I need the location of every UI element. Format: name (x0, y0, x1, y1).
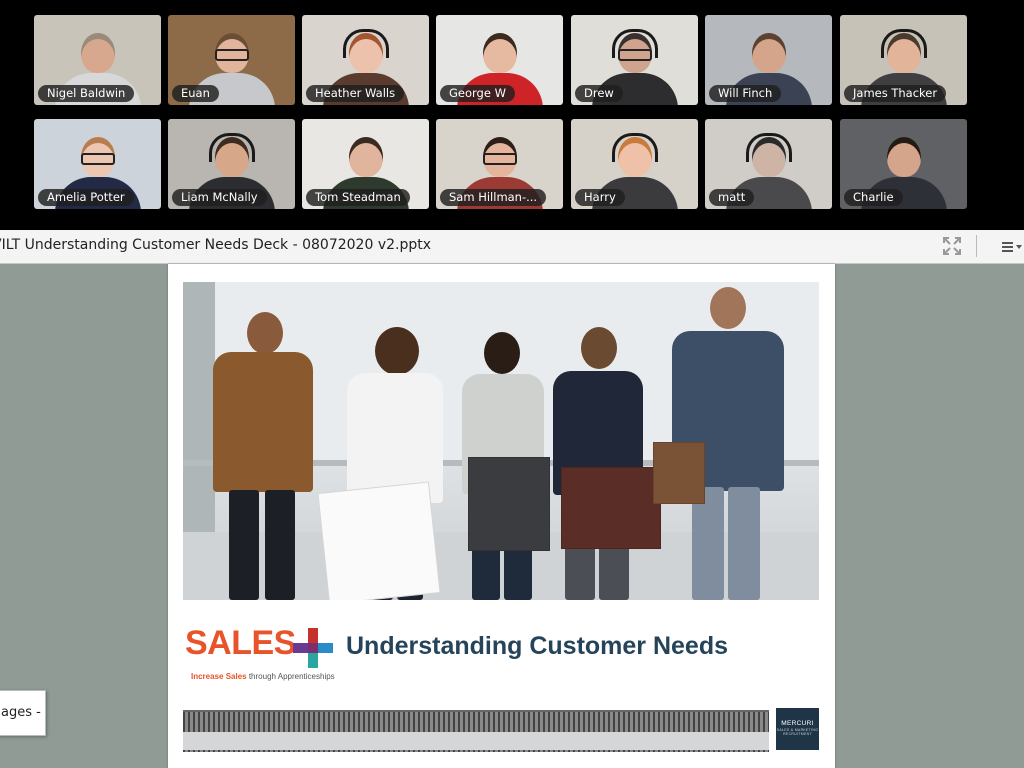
participant-strip: Nigel Baldwin Euan Heather Walls George W Dr… (0, 0, 1024, 230)
participant-name: Drew (575, 85, 623, 102)
participant-tile[interactable]: Liam McNally (168, 119, 295, 209)
participant-name: Tom Steadman (306, 189, 410, 206)
glasses-icon (482, 153, 517, 165)
menu-icon[interactable] (1002, 238, 1024, 254)
headset-icon (208, 133, 255, 162)
headset-icon (880, 29, 927, 58)
photo-person (203, 312, 323, 600)
participant-name: James Thacker (844, 85, 947, 102)
participant-tile[interactable]: James Thacker (840, 15, 967, 105)
participant-tile[interactable]: Amelia Potter (34, 119, 161, 209)
participant-tile[interactable]: Will Finch (705, 15, 832, 105)
participant-tile[interactable]: Tom Steadman (302, 119, 429, 209)
fullscreen-icon[interactable] (943, 237, 961, 255)
pages-tooltip[interactable]: ages - (0, 690, 46, 736)
participant-face (348, 137, 383, 177)
presentation-slide: SALES Increase Sales through Apprentices… (168, 264, 835, 768)
photo-bag (653, 442, 705, 504)
photo-bag (561, 467, 661, 549)
participant-tile[interactable]: Drew (571, 15, 698, 105)
document-title-bar: VILT Understanding Customer Needs Deck -… (0, 230, 1024, 264)
participant-tile[interactable]: Charlie (840, 119, 967, 209)
mercuri-logo: MERCURI SALES & MARKETING RECRUITMENT (776, 708, 819, 750)
participant-name: Euan (172, 85, 219, 102)
headset-icon (611, 133, 658, 162)
sales-logo-tagline: Increase Sales through Apprenticeships (191, 672, 335, 681)
participant-tile[interactable]: Heather Walls (302, 15, 429, 105)
toolbar-divider (976, 235, 977, 257)
participant-name: Sam Hillman-... (440, 189, 547, 206)
headset-icon (745, 133, 792, 162)
slide-title: Understanding Customer Needs (346, 632, 729, 660)
participant-face (886, 137, 921, 177)
participant-tile[interactable]: Euan (168, 15, 295, 105)
participant-face (751, 33, 786, 73)
participant-name: Amelia Potter (38, 189, 134, 206)
participant-tile[interactable]: Sam Hillman-... (436, 119, 563, 209)
glasses-icon (214, 49, 249, 61)
sales-plus-icon (293, 628, 333, 668)
slide-title-band: SALES Increase Sales through Apprentices… (183, 600, 819, 706)
photo-bag (468, 457, 550, 551)
headset-icon (611, 29, 658, 58)
participant-tile[interactable]: Harry (571, 119, 698, 209)
participant-name: George W (440, 85, 515, 102)
participant-name: Heather Walls (306, 85, 405, 102)
photo-bag (317, 481, 441, 600)
participant-tile[interactable]: George W (436, 15, 563, 105)
slide-hero-photo (183, 282, 819, 600)
participant-name: Charlie (844, 189, 903, 206)
participant-name: Harry (575, 189, 625, 206)
headset-icon (342, 29, 389, 58)
participant-name: Nigel Baldwin (38, 85, 135, 102)
glasses-icon (80, 153, 115, 165)
participant-name: Liam McNally (172, 189, 267, 206)
sales-logo-text: SALES (185, 624, 296, 662)
participant-face (482, 33, 517, 73)
participant-tile[interactable]: matt (705, 119, 832, 209)
photo-person (543, 327, 653, 600)
participant-tile[interactable]: Nigel Baldwin (34, 15, 161, 105)
participant-name: Will Finch (709, 85, 782, 102)
participant-name: matt (709, 189, 755, 206)
participant-face (80, 33, 115, 73)
document-title: VILT Understanding Customer Needs Deck -… (0, 237, 432, 253)
slide-floor-strip (183, 732, 769, 750)
